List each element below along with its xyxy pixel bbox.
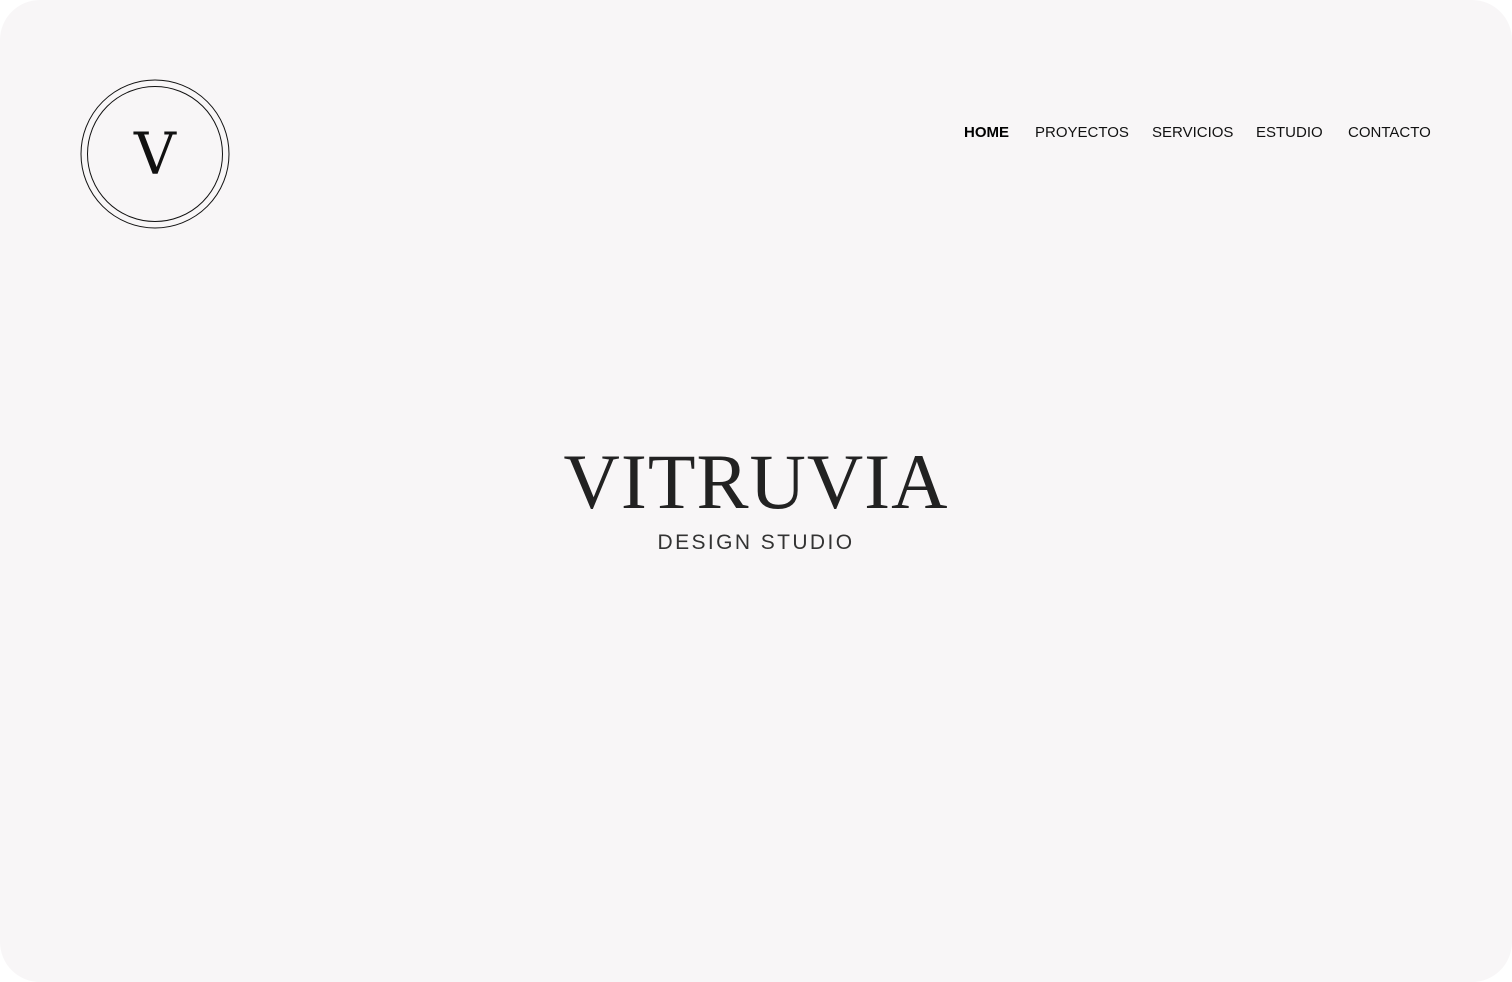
nav-item-proyectos[interactable]: PROYECTOS xyxy=(1035,122,1129,144)
nav-item-home[interactable]: HOME xyxy=(964,122,1009,144)
brand-title: VITRUVIA xyxy=(563,438,949,525)
nav-item-estudio[interactable]: ESTUDIO xyxy=(1256,122,1323,144)
nav-item-contacto[interactable]: CONTACTO xyxy=(1348,122,1431,144)
main-nav: HOME PROYECTOS SERVICIOS ESTUDIO CONTACT… xyxy=(0,122,1512,144)
page-frame: V HOME PROYECTOS SERVICIOS ESTUDIO CONTA… xyxy=(0,0,1512,982)
logo-letter: V xyxy=(134,120,176,188)
nav-item-servicios[interactable]: SERVICIOS xyxy=(1152,122,1233,144)
logo-monogram[interactable]: V xyxy=(80,79,230,229)
brand-tagline: DESIGN STUDIO xyxy=(657,531,855,554)
hero-section: VITRUVIA DESIGN STUDIO xyxy=(0,440,1512,556)
